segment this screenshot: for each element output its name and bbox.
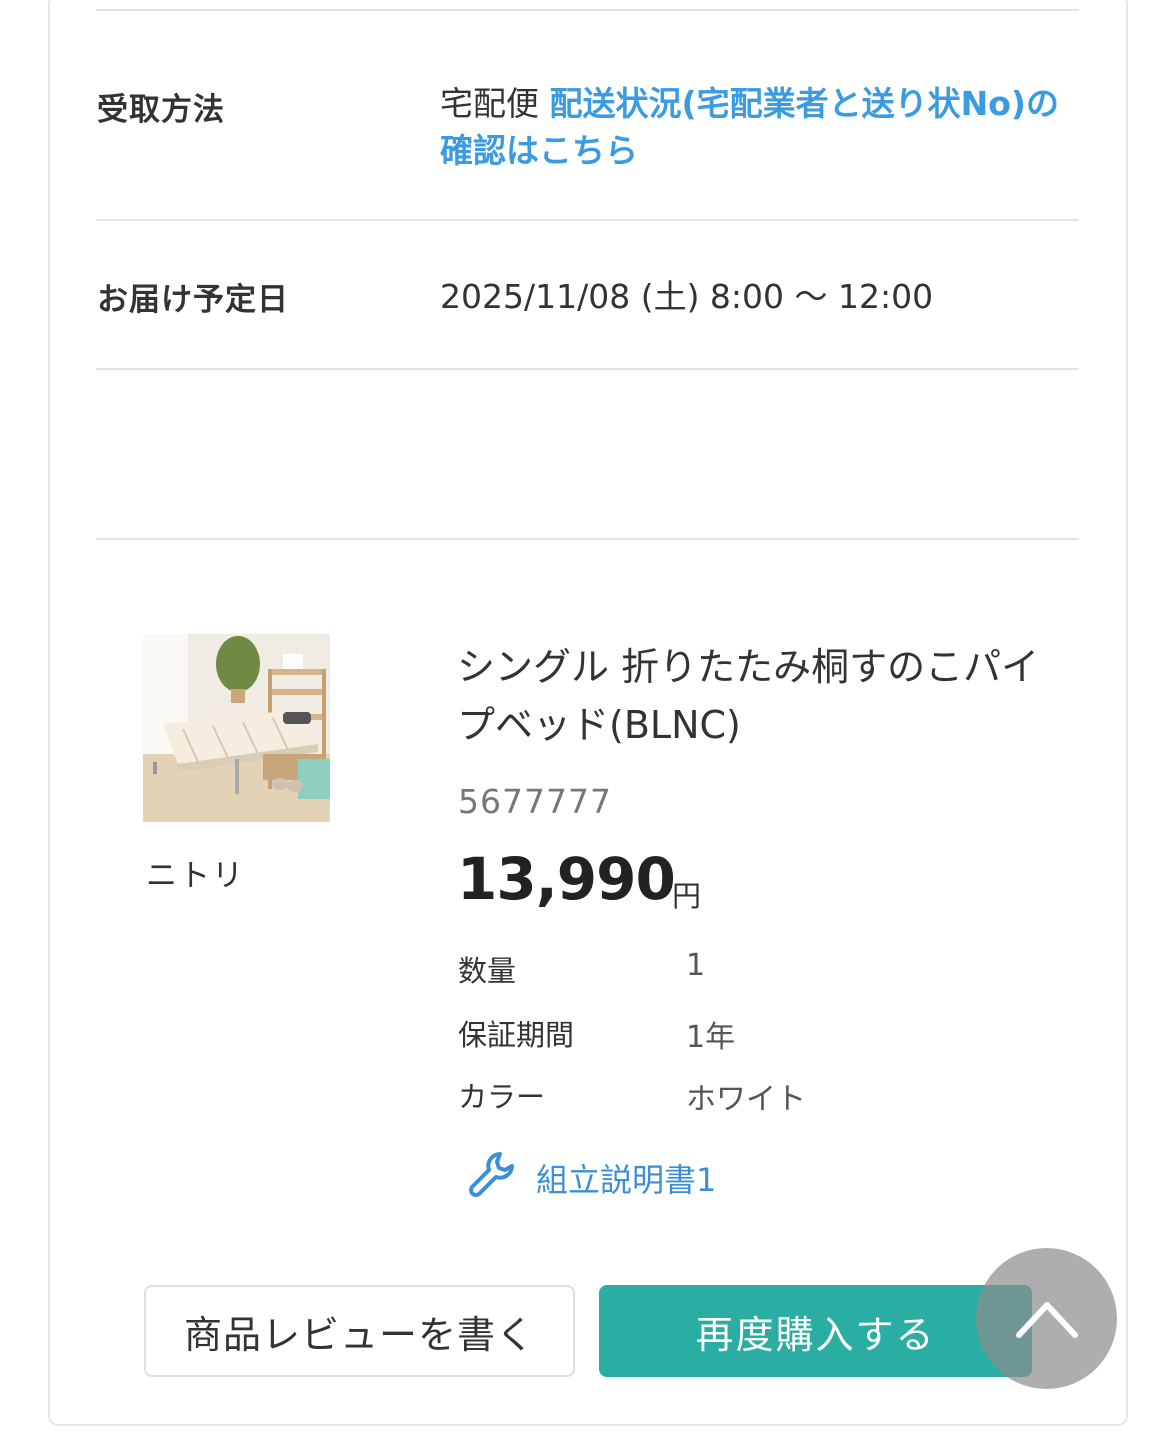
delivery-date-value: 2025/11/08 (土) 8:00 ～ 12:00 bbox=[440, 277, 934, 316]
price-currency: 円 bbox=[672, 879, 702, 913]
spec-warranty-label: 保証期間 bbox=[458, 1018, 575, 1052]
assembly-manual-label: 組立説明書1 bbox=[536, 1161, 717, 1199]
delivery-date-label: お届け予定日 bbox=[97, 282, 289, 318]
bed-photo bbox=[143, 634, 330, 822]
receive-method-label: 受取方法 bbox=[97, 92, 225, 128]
divider bbox=[96, 219, 1079, 221]
wrench-icon bbox=[466, 1150, 518, 1206]
spec-warranty-value: 1年 bbox=[686, 1020, 736, 1055]
product-image[interactable] bbox=[143, 634, 330, 822]
chevron-up-icon bbox=[1015, 1301, 1078, 1338]
scroll-to-top-button[interactable] bbox=[976, 1248, 1117, 1389]
assembly-manual-link[interactable]: 組立説明書1 bbox=[466, 1150, 716, 1206]
receive-method-text: 宅配便 bbox=[440, 84, 539, 123]
product-price: 13,990 bbox=[457, 845, 676, 913]
divider bbox=[96, 538, 1079, 540]
product-name[interactable]: シングル 折りたたみ桐すのこパイプベッド(BLNC) bbox=[457, 638, 1057, 754]
spec-color-label: カラー bbox=[458, 1080, 546, 1114]
product-maker: ニトリ bbox=[146, 858, 245, 894]
spec-quantity-value: 1 bbox=[686, 948, 706, 983]
divider bbox=[96, 9, 1079, 11]
rebuy-button[interactable]: 再度購入する bbox=[599, 1285, 1032, 1377]
divider bbox=[96, 368, 1079, 370]
spec-color-value: ホワイト bbox=[686, 1082, 806, 1117]
spec-quantity-label: 数量 bbox=[458, 954, 517, 988]
write-review-button[interactable]: 商品レビューを書く bbox=[144, 1285, 575, 1377]
product-code: 5677777 bbox=[458, 782, 612, 821]
receive-method-value: 宅配便 配送状況(宅配業者と送り状No)の確認はこちら bbox=[440, 80, 1080, 174]
